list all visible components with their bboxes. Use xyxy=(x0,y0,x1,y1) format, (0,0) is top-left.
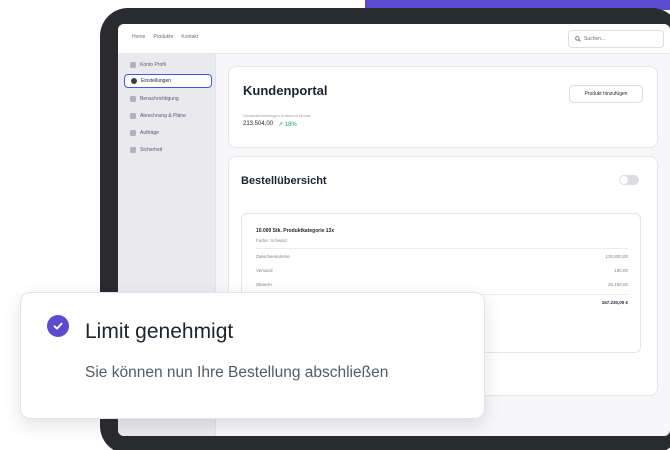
sidebar-item-billing[interactable]: Abrechnung & Pläne xyxy=(124,109,212,123)
divider xyxy=(256,248,628,249)
sidebar-item-label: Sicherheit xyxy=(140,147,163,153)
search-placeholder: Suchen... xyxy=(584,36,606,42)
subtotal-row: Zwischensumme 130.800,00 xyxy=(256,254,628,259)
page-title: Kundenportal xyxy=(243,83,328,98)
product-name: 10.000 Stk. Produktkategorie 13x xyxy=(256,228,335,234)
bell-icon xyxy=(130,96,136,102)
order-overview-title: Bestellübersicht xyxy=(241,175,327,187)
check-circle-icon xyxy=(47,315,69,337)
row-value: 26.180,00 xyxy=(607,282,628,287)
sidebar-item-label: Einstellungen xyxy=(141,78,172,84)
sidebar-item-profile[interactable]: Konto Profil xyxy=(124,58,212,72)
approval-toast: Limit genehmigt Sie können nun Ihre Best… xyxy=(20,292,485,419)
nav-links: Home Produkte Kontakt xyxy=(132,34,198,40)
user-icon xyxy=(130,62,136,68)
stat-value-row: 213.504,00 ↗ 18% xyxy=(243,121,297,128)
product-color: Farbe: Schwarz xyxy=(256,238,288,243)
stat-value: 213.504,00 xyxy=(243,121,274,127)
sidebar-item-label: Benachrichtigung xyxy=(140,96,179,102)
sidebar-item-label: Konto Profil xyxy=(140,62,166,68)
search-input[interactable]: Suchen... xyxy=(568,30,664,48)
tax-row: Steuern 26.180,00 xyxy=(256,282,628,287)
sidebar-item-settings[interactable]: Einstellungen xyxy=(124,74,212,88)
nav-link-contact[interactable]: Kontakt xyxy=(181,34,198,40)
row-label: Versand xyxy=(256,268,273,273)
portal-card: Kundenportal Produkt hinzufügen Gesamtbe… xyxy=(228,66,658,148)
search-icon xyxy=(575,36,581,42)
order-total: 157.230,00 € xyxy=(601,300,628,305)
order-toggle[interactable] xyxy=(619,175,639,185)
stat-change-badge: ↗ 18% xyxy=(278,122,297,128)
top-navigation: Home Produkte Kontakt Suchen... xyxy=(118,24,670,54)
add-product-button[interactable]: Produkt hinzufügen xyxy=(569,85,643,103)
stat-label: Gesamtbestellungen in diesem Monat xyxy=(243,113,311,118)
toast-message: Sie können nun Ihre Bestellung abschließ… xyxy=(85,364,389,381)
card-icon xyxy=(130,113,136,119)
gear-icon xyxy=(131,78,137,84)
row-value: 190,00 xyxy=(614,268,628,273)
nav-link-home[interactable]: Home xyxy=(132,34,145,40)
nav-link-products[interactable]: Produkte xyxy=(153,34,173,40)
sidebar-item-security[interactable]: Sicherheit xyxy=(124,143,212,157)
sidebar-item-notifications[interactable]: Benachrichtigung xyxy=(124,92,212,106)
shield-icon xyxy=(130,147,136,153)
row-value: 130.800,00 xyxy=(605,254,628,259)
row-label: Zwischensumme xyxy=(256,254,290,259)
sidebar-item-orders[interactable]: Aufträge xyxy=(124,126,212,140)
shipping-row: Versand 190,00 xyxy=(256,268,628,273)
sidebar-item-label: Aufträge xyxy=(140,130,159,136)
orders-icon xyxy=(130,130,136,136)
toast-title: Limit genehmigt xyxy=(85,320,234,343)
sidebar-item-label: Abrechnung & Pläne xyxy=(140,113,186,119)
row-label: Steuern xyxy=(256,282,272,287)
